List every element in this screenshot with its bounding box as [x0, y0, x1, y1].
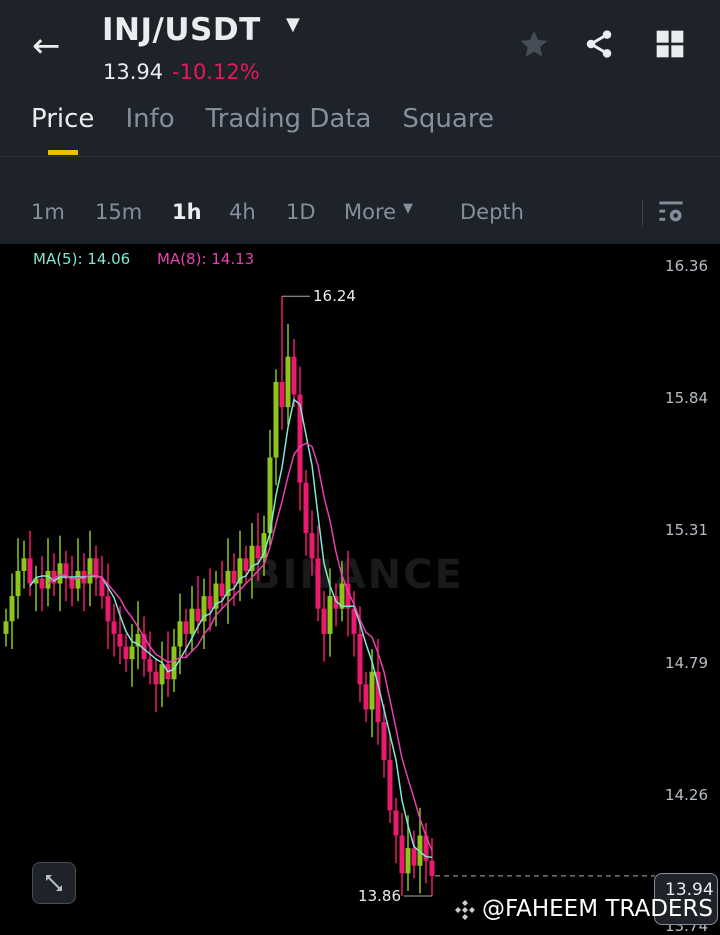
low-label: 13.86 [358, 887, 401, 905]
candle-body [285, 356, 291, 408]
y-tick: 14.26 [665, 786, 708, 804]
candle-body [393, 810, 399, 836]
candle-body [231, 570, 237, 584]
candle-body [411, 848, 417, 866]
candle-body [327, 596, 333, 634]
candle-body [279, 381, 285, 408]
candle-body [243, 558, 249, 571]
tab-info[interactable]: Info [125, 104, 174, 134]
candle-body [363, 684, 369, 710]
candle-body [57, 563, 63, 584]
candle-body [3, 621, 9, 634]
chart-settings-icon[interactable] [657, 198, 685, 226]
candle-body [147, 659, 153, 672]
candle-body [111, 621, 117, 634]
candle-body [315, 558, 321, 609]
candle-body [75, 570, 81, 589]
tab-price[interactable]: Price [31, 104, 94, 134]
candle-body [405, 848, 411, 874]
candle-body [429, 860, 435, 876]
candle-body [87, 558, 93, 584]
candle-body [381, 722, 387, 760]
tab-bar: Price Info Trading Data Square [0, 104, 494, 134]
divider [0, 156, 720, 157]
ma8-line [47, 442, 433, 851]
divider [642, 200, 643, 226]
candle-body [129, 646, 135, 660]
tab-trading-data[interactable]: Trading Data [206, 104, 372, 134]
ma5-line [29, 398, 433, 858]
candle-body [399, 835, 405, 874]
price-change: -10.12% [172, 60, 260, 84]
candle-body [105, 596, 111, 622]
interval-bar: 1m 15m 1h 4h 1D More ▼ Depth [0, 200, 720, 230]
watermark-text: @FAHEEM TRADERS [482, 896, 714, 922]
candle-body [255, 545, 261, 559]
tab-square[interactable]: Square [402, 104, 494, 134]
candle-body [171, 646, 177, 680]
interval-4h[interactable]: 4h [229, 200, 256, 224]
share-icon[interactable] [583, 28, 615, 60]
candle-body [177, 621, 183, 647]
candle-body [189, 608, 195, 634]
y-tick: 15.84 [665, 389, 708, 407]
candle-body [273, 381, 279, 458]
candle-body [183, 621, 189, 634]
interval-1h[interactable]: 1h [172, 200, 202, 224]
interval-1m[interactable]: 1m [31, 200, 65, 224]
candle-body [207, 596, 213, 609]
more-caret-icon[interactable]: ▼ [403, 201, 413, 216]
candle-body [219, 583, 225, 597]
candle-body [15, 570, 21, 597]
candle-body [321, 608, 327, 634]
candle-body [117, 633, 123, 647]
candle-body [159, 664, 165, 685]
fullscreen-button[interactable] [32, 862, 76, 904]
pair-title[interactable]: INJ/USDT [102, 12, 261, 48]
candle-body [369, 671, 375, 710]
candle-body [387, 759, 393, 811]
candle-body [123, 646, 129, 660]
candle-body [309, 533, 315, 559]
binance-logo-icon [455, 900, 475, 920]
interval-more[interactable]: More [344, 200, 396, 224]
y-tick: 15.31 [665, 521, 708, 539]
candle-body [39, 578, 45, 589]
candle-body [9, 596, 15, 622]
ma5-label: MA(5): 14.06 [33, 250, 131, 268]
interval-1d[interactable]: 1D [286, 200, 316, 224]
interval-depth[interactable]: Depth [460, 200, 524, 224]
candle-body [291, 356, 297, 395]
candle-body [195, 608, 201, 622]
last-price: 13.94 [103, 60, 164, 84]
candle-body [153, 671, 159, 685]
candlestick-chart[interactable]: 16.24 13.86 [0, 244, 720, 932]
candle-body [357, 633, 363, 685]
back-arrow-icon[interactable]: ← [32, 26, 61, 66]
y-tick: 14.79 [665, 654, 708, 672]
pair-dropdown-icon[interactable]: ▼ [286, 14, 300, 35]
candle-body [27, 558, 33, 584]
interval-15m[interactable]: 15m [95, 200, 142, 224]
candle-body [303, 482, 309, 534]
ma8-label: MA(8): 14.13 [157, 250, 255, 268]
candle-body [45, 570, 51, 589]
active-tab-indicator [48, 150, 78, 155]
grid-icon[interactable] [654, 28, 686, 60]
high-label: 16.24 [313, 287, 356, 305]
y-tick: 16.36 [665, 257, 708, 275]
candle-body [21, 558, 27, 571]
star-icon[interactable] [518, 28, 550, 60]
expand-icon [46, 875, 62, 891]
